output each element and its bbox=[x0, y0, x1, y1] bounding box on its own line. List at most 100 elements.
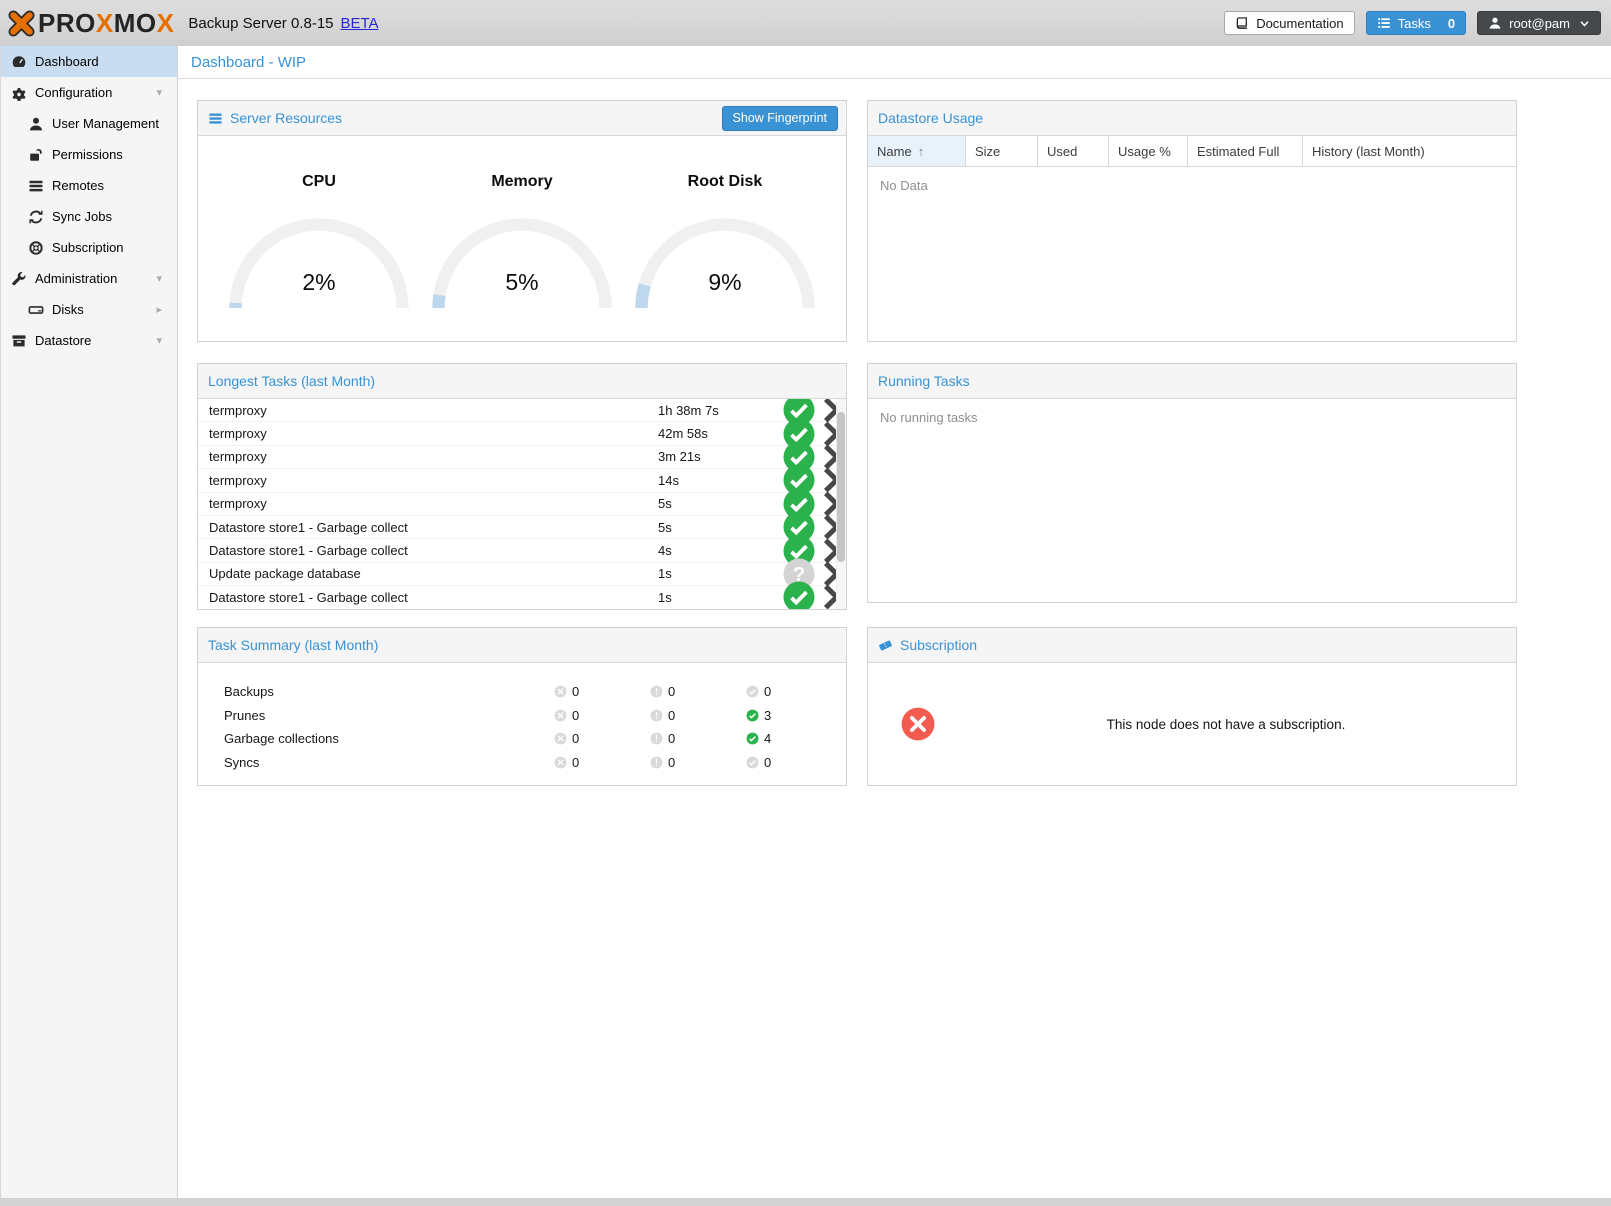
unlock-icon bbox=[28, 147, 44, 163]
column-header-label: History (last Month) bbox=[1312, 144, 1425, 159]
check-circle-icon bbox=[746, 756, 759, 769]
summary-stat-warning: 0 bbox=[650, 731, 746, 746]
column-header-size[interactable]: Size bbox=[966, 136, 1038, 166]
column-header-estimated-full[interactable]: Estimated Full bbox=[1188, 136, 1303, 166]
summary-stat-count: 3 bbox=[764, 708, 771, 723]
sidebar-item-label: Remotes bbox=[52, 178, 104, 193]
sort-up-icon: ↑ bbox=[918, 144, 925, 159]
gauge-arc: 9% bbox=[624, 216, 827, 310]
tasks-button[interactable]: Tasks 0 bbox=[1366, 11, 1466, 35]
ticket-icon bbox=[878, 638, 893, 653]
task-row[interactable]: Datastore store1 - Garbage collect5s bbox=[198, 516, 846, 539]
summary-stat-count: 0 bbox=[668, 708, 675, 723]
expander-down-icon[interactable]: ▾ bbox=[156, 86, 162, 99]
sidebar-item-datastore[interactable]: Datastore▾ bbox=[1, 325, 177, 356]
check-circle-icon bbox=[782, 580, 816, 609]
task-duration: 14s bbox=[658, 473, 782, 488]
summary-row-label: Syncs bbox=[224, 755, 554, 770]
task-row[interactable]: termproxy42m 58s bbox=[198, 422, 846, 445]
task-name: Datastore store1 - Garbage collect bbox=[209, 520, 658, 535]
subscription-panel: Subscription This node does not have a s… bbox=[867, 627, 1517, 786]
datastore-usage-panel: Datastore Usage Name↑SizeUsedUsage %Esti… bbox=[867, 100, 1517, 342]
tasks-count-badge: 0 bbox=[1448, 16, 1455, 31]
expander-right-icon[interactable]: ▸ bbox=[156, 303, 162, 316]
sidebar-item-label: Subscription bbox=[52, 240, 124, 255]
logo-segment: PRO bbox=[38, 8, 96, 38]
bars-icon bbox=[208, 111, 223, 126]
proxmox-logo-text: PROXMOX bbox=[38, 10, 174, 36]
summary-stat-ok: 3 bbox=[746, 708, 842, 723]
sidebar-item-configuration[interactable]: Configuration▾ bbox=[1, 77, 177, 108]
sidebar-item-sync-jobs[interactable]: Sync Jobs bbox=[1, 201, 177, 232]
task-status bbox=[782, 580, 816, 609]
running-tasks-panel: Running Tasks No running tasks bbox=[867, 363, 1517, 603]
content-area: Dashboard - WIP Server Resources Show Fi… bbox=[178, 46, 1611, 1198]
task-row[interactable]: termproxy5s bbox=[198, 493, 846, 516]
page-titlebar: Dashboard - WIP bbox=[178, 46, 1611, 79]
running-tasks-header: Running Tasks bbox=[868, 364, 1516, 399]
column-header-name[interactable]: Name↑ bbox=[868, 136, 966, 166]
summary-stat-count: 0 bbox=[572, 708, 579, 723]
summary-row-label: Garbage collections bbox=[224, 731, 554, 746]
task-duration: 1s bbox=[658, 566, 782, 581]
gauge-cpu: CPU 2% bbox=[218, 173, 421, 310]
summary-stat-warning: 0 bbox=[650, 708, 746, 723]
times-circle-icon bbox=[554, 685, 567, 698]
exclamation-circle-icon bbox=[650, 685, 663, 698]
sidebar-item-label: User Management bbox=[52, 116, 159, 131]
summary-stat-error: 0 bbox=[554, 731, 650, 746]
gauge-root-disk: Root Disk9% bbox=[624, 173, 827, 310]
times-circle-icon bbox=[554, 756, 567, 769]
running-tasks-title: Running Tasks bbox=[878, 373, 970, 389]
scrollbar-thumb[interactable] bbox=[837, 412, 845, 562]
sidebar-item-disks[interactable]: Disks▸ bbox=[1, 294, 177, 325]
sidebar-item-label: Permissions bbox=[52, 147, 123, 162]
datastore-usage-table-header: Name↑SizeUsedUsage %Estimated Full Histor… bbox=[868, 136, 1516, 167]
sidebar-item-administration[interactable]: Administration▾ bbox=[1, 263, 177, 294]
summary-stat-count: 0 bbox=[668, 755, 675, 770]
gauge-arc: 5% bbox=[421, 216, 624, 310]
summary-stat-ok: 0 bbox=[746, 755, 842, 770]
gauge-arc: 2% bbox=[218, 216, 421, 310]
scrollbar-track[interactable] bbox=[836, 399, 846, 609]
gauge-title: CPU bbox=[218, 173, 421, 191]
task-row[interactable]: termproxy3m 21s bbox=[198, 446, 846, 469]
column-header-used[interactable]: Used bbox=[1038, 136, 1109, 166]
tasks-label: Tasks bbox=[1398, 16, 1431, 31]
archive-icon bbox=[11, 333, 27, 349]
task-row[interactable]: termproxy14s bbox=[198, 469, 846, 492]
sidebar-item-permissions[interactable]: Permissions bbox=[1, 139, 177, 170]
task-name: termproxy bbox=[209, 449, 658, 464]
support-icon bbox=[28, 240, 44, 256]
proxmox-logo: PROXMOX bbox=[8, 10, 174, 37]
documentation-button[interactable]: Documentation bbox=[1224, 11, 1354, 35]
task-row[interactable]: Update package database1s? bbox=[198, 563, 846, 586]
task-duration: 5s bbox=[658, 520, 782, 535]
sidebar-item-subscription[interactable]: Subscription bbox=[1, 232, 177, 263]
summary-stat-error: 0 bbox=[554, 684, 650, 699]
sidebar-item-user-management[interactable]: User Management bbox=[1, 108, 177, 139]
task-summary-title: Task Summary (last Month) bbox=[208, 637, 378, 653]
times-circle-icon bbox=[554, 709, 567, 722]
user-menu-button[interactable]: root@pam bbox=[1477, 11, 1601, 35]
longest-tasks-panel: Longest Tasks (last Month) termproxy1h 3… bbox=[197, 363, 847, 610]
column-header-usage[interactable]: Usage % bbox=[1109, 136, 1188, 166]
task-row[interactable]: Datastore store1 - Garbage collect4s bbox=[198, 539, 846, 562]
resource-gauges: CPU2%Memory5%Root Disk9% bbox=[198, 136, 846, 310]
sidebar-item-remotes[interactable]: Remotes bbox=[1, 170, 177, 201]
sidebar: DashboardConfiguration▾ User Management Pe… bbox=[0, 46, 178, 1198]
summary-row-label: Prunes bbox=[224, 708, 554, 723]
task-row[interactable]: termproxy1h 38m 7s bbox=[198, 399, 846, 422]
sidebar-item-dashboard[interactable]: Dashboard bbox=[1, 46, 177, 77]
expander-down-icon[interactable]: ▾ bbox=[156, 272, 162, 285]
summary-row-prunes: Prunes 0 0 3 bbox=[198, 704, 846, 728]
task-row[interactable]: Datastore store1 - Garbage collect1s bbox=[198, 586, 846, 609]
summary-stat-count: 0 bbox=[764, 755, 771, 770]
show-fingerprint-button[interactable]: Show Fingerprint bbox=[722, 106, 839, 131]
expander-down-icon[interactable]: ▾ bbox=[156, 334, 162, 347]
running-tasks-empty-text: No running tasks bbox=[868, 399, 1516, 436]
check-circle-icon bbox=[746, 732, 759, 745]
beta-link[interactable]: BETA bbox=[341, 15, 379, 32]
column-header-history-last-month[interactable]: History (last Month) bbox=[1303, 136, 1516, 166]
datastore-usage-title: Datastore Usage bbox=[878, 110, 983, 126]
